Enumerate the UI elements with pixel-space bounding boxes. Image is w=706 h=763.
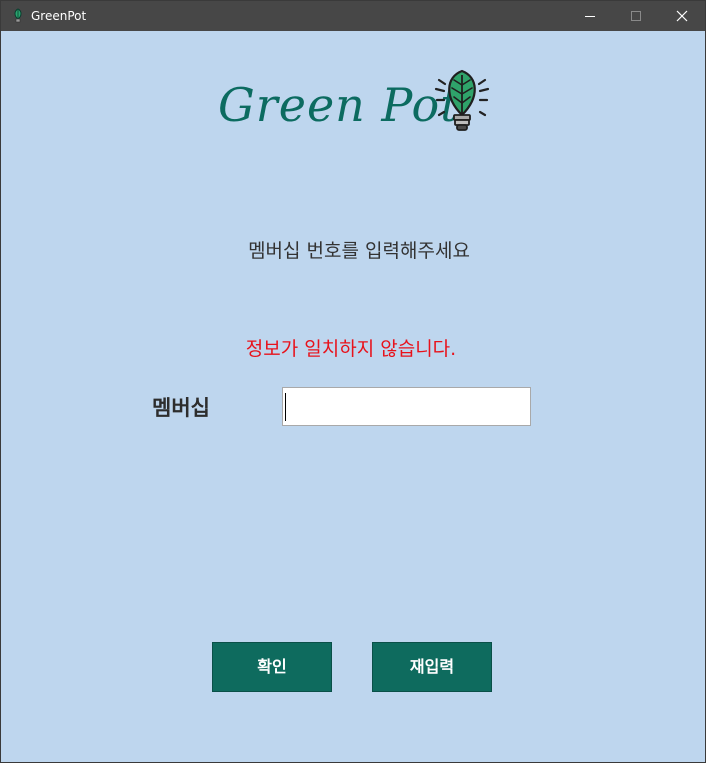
membership-number-input[interactable]	[282, 387, 531, 426]
close-button[interactable]	[659, 1, 705, 31]
error-message: 정보가 일치하지 않습니다.	[245, 338, 457, 360]
logo-text: Green Pot	[218, 78, 460, 132]
text-caret	[285, 393, 286, 421]
app-logo: Green Pot	[216, 67, 496, 139]
membership-label: 멤버십	[152, 396, 210, 420]
maximize-icon	[631, 11, 641, 21]
minimize-icon	[585, 16, 595, 17]
close-icon	[676, 10, 688, 22]
title-bar[interactable]: GreenPot	[1, 1, 705, 31]
reenter-button[interactable]: 재입력	[372, 642, 492, 692]
minimize-button[interactable]	[567, 1, 613, 31]
leaf-bulb-icon	[10, 8, 26, 24]
membership-prompt: 멤버십 번호를 입력해주세요	[248, 240, 470, 262]
maximize-button[interactable]	[613, 1, 659, 31]
leaf-bulb-icon	[430, 67, 494, 137]
app-window: GreenPot Green Pot 멤버십 번호를 입력해주세요 정보가 일치…	[0, 0, 706, 763]
confirm-button[interactable]: 확인	[212, 642, 332, 692]
window-title: GreenPot	[31, 9, 87, 23]
